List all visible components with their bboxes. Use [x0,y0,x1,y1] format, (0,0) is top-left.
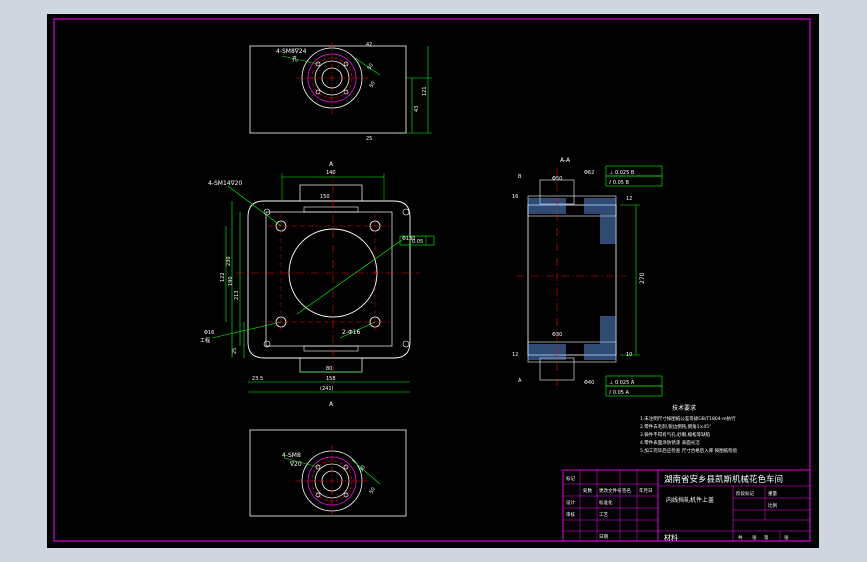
top-view-outline [249,45,407,134]
main-view: 4-SM14∇20 2-Φ16 Φ130 Φ16 工程 0.05 140 150… [200,161,435,408]
cell-date: 年月日 [639,487,653,494]
company-name: 湖南省安乡县凯斯机械花色车间 [664,474,783,485]
hatch-bottom-left [528,344,566,360]
bottom-view: 4-SM8 ∇20 50 30 [249,429,407,517]
top-view-label-2: 孔 [292,55,298,63]
section-view: A-A Φ50 Φ30 270 16 12 10 12 Φ62 Φ40 A B … [512,157,663,397]
cell-change-doc: 更改文件号 [599,487,622,494]
hatch-right-upper [600,214,616,244]
section-dim-6: 10 [626,352,632,358]
hatch-top-left [528,198,566,214]
bottom-view-outline [249,429,407,517]
main-callout-5: 工程 [200,337,210,344]
cell-approve-date: 日期 [599,534,608,540]
cell-review: 审核 [566,511,575,518]
top-dim-3: 50 [369,80,377,89]
main-dim-left-2: 190 [228,276,234,286]
main-callout-2: 2-Φ16 [342,329,361,336]
cad-drawing: 4-SM8∇24 孔 42 50 50 43 121 25 4-SM14∇20 … [53,18,811,542]
datum-b: B [518,174,522,180]
sheet-border [53,18,811,542]
hatch-right-lower [600,316,616,344]
tolerance-1: ⊥ 0.025 B [609,170,635,176]
cell-mark: 标记 [566,475,575,482]
section-label: A-A [560,157,571,164]
stage-mark: 阶段标记 [736,490,754,497]
bottom-view-label-1: 4-SM8 [282,452,301,459]
tech-notes-title: 技术要求 [672,404,696,412]
top-dim-1: 42 [366,42,372,48]
cell-count: 处数 [583,487,592,494]
sheet-no-label: 第 [764,534,769,541]
section-dim-8: Φ62 [584,170,594,176]
tech-note-2: 2.零件去毛刺,锐边倒钝,倒角1×45° [640,423,711,430]
main-dim-left-5: 25 [232,348,238,354]
view-marker-bottom: A [329,401,334,408]
main-dim-left-4: 213 [234,290,240,300]
section-dim-1: Φ50 [552,176,562,182]
bottom-dim-1: 50 [369,486,377,495]
view-marker-top: A [329,161,334,168]
tolerance-4: ⫽ 0.05 A [608,390,630,396]
hatch-bottom-right [584,344,616,360]
cell-process: 工艺 [599,512,608,518]
bottom-view-label-2: ∇20 [289,461,302,468]
scale-label: 比例 [768,502,777,509]
sheet-total-label: 共 [738,534,743,541]
tolerance-2: ⫽ 0.05 B [608,180,630,186]
cell-standard: 标准化 [599,499,613,506]
main-dim-top-2: 150 [320,194,330,200]
tech-note-5: 5.加工完毕后应检查 尺寸合格后入库 按图纸检验 [640,447,738,454]
main-dim-bottom-4: (241) [320,386,333,392]
main-dim-bottom-2: 23.5 [252,376,263,382]
section-dim-7: 12 [512,352,518,358]
tolerance-3: ⊥ 0.025 A [609,380,635,386]
sheet-unit-label: 张 [752,534,757,541]
section-dim-9: Φ40 [584,380,594,386]
datum-a: A [518,378,522,384]
cell-sign: 签名 [622,487,631,494]
main-dim-left-3: 230 [226,256,232,266]
tech-notes: 技术要求 1.未注明尺寸按图纸公差等级GB/T1804-m执行 2.零件去毛刺,… [640,404,738,454]
main-dim-bottom-3: 158 [326,376,336,382]
tech-note-1: 1.未注明尺寸按图纸公差等级GB/T1804-m执行 [640,415,736,422]
top-view: 4-SM8∇24 孔 42 50 50 43 121 25 [249,42,432,142]
top-dim-6: 25 [366,136,372,142]
tech-note-4: 4.零件表面涂防锈漆 表面光洁 [640,439,700,446]
sheet-no-unit-label: 张 [784,534,789,541]
top-view-label-1: 4-SM8∇24 [276,48,307,55]
main-dim-left-1: 122 [220,272,226,282]
tech-note-3: 3.铸件不得有气孔,砂眼,缩松等缺陷 [640,431,711,438]
section-dim-2: Φ30 [552,332,562,338]
section-dim-5: 12 [626,196,632,202]
main-view-plate [247,200,411,359]
section-dim-3: 270 [639,272,646,284]
part-name: 内线挡轧机件上盖 [666,496,714,504]
material-label: 材料 [664,533,678,542]
section-dim-4: 16 [512,194,518,200]
top-dim-5: 121 [422,86,428,96]
main-dim-bottom-1: 80 [326,366,332,372]
hatch-top-right [584,198,616,214]
cell-design: 设计 [566,499,575,506]
main-callout-4: Φ16 [204,330,214,336]
flatness-value: 0.05 [412,239,423,245]
main-callout-1: 4-SM14∇20 [208,180,242,187]
main-dim-top-1: 140 [326,170,336,176]
weight-label: 重量 [768,490,777,497]
title-block: 湖南省安乡县凯斯机械花色车间 内线挡轧机件上盖 材料 标记 处数 更改文件号 签… [562,469,811,542]
top-dim-4: 43 [414,106,420,112]
top-dim-2: 50 [367,62,375,71]
